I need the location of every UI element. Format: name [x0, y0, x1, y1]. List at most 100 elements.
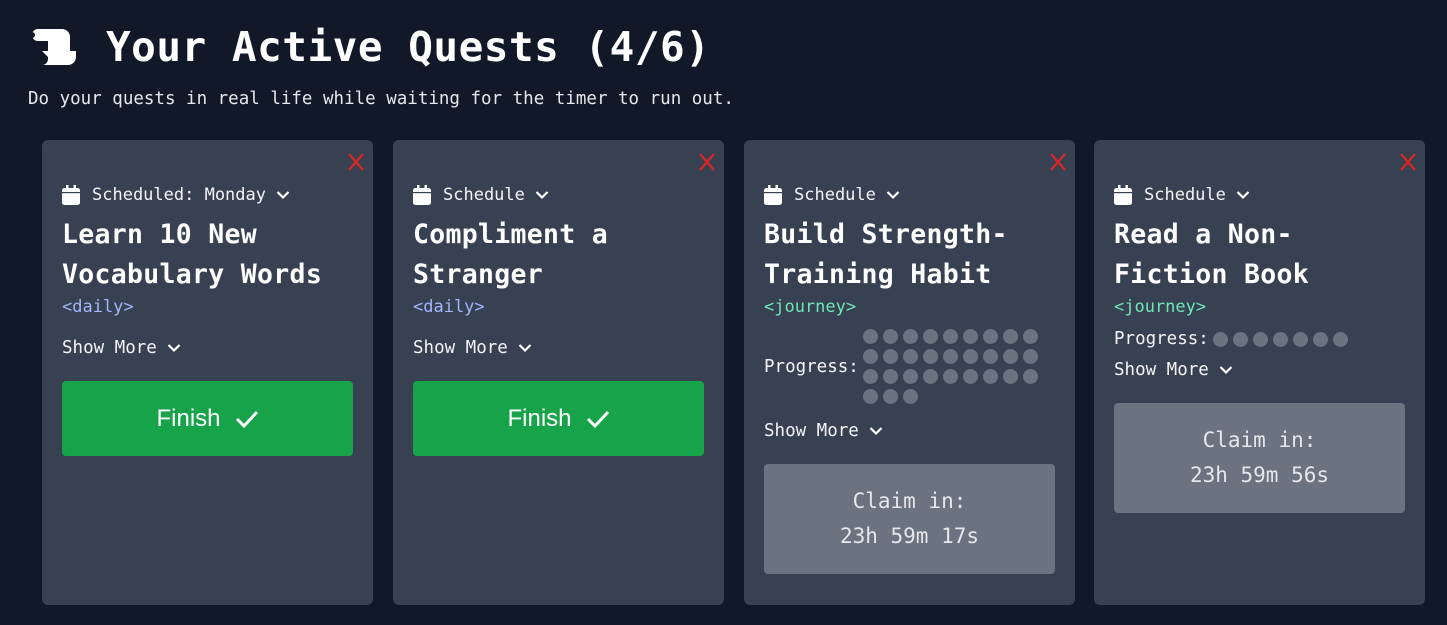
- calendar-icon: [764, 185, 782, 205]
- finish-label: Finish: [156, 404, 221, 432]
- chevron-down-icon: [886, 190, 900, 200]
- close-icon[interactable]: [698, 152, 716, 172]
- quest-title: Build Strength-Training Habit: [764, 219, 1008, 290]
- chevron-down-icon: [535, 190, 549, 200]
- progress-dot: [962, 369, 978, 384]
- calendar-icon: [1114, 185, 1132, 205]
- chevron-down-icon: [276, 190, 290, 200]
- claim-countdown: 23h 59m 56s: [1189, 463, 1330, 487]
- show-more-toggle[interactable]: Show More: [413, 329, 704, 367]
- quest-card: Schedule Build Strength-Training Habit <…: [744, 140, 1075, 605]
- chevron-down-icon: [167, 343, 181, 353]
- progress-dot: [922, 369, 938, 384]
- progress-label: Progress:: [764, 356, 859, 377]
- progress-dots: [1212, 331, 1388, 347]
- progress-dot: [922, 349, 938, 364]
- show-more-toggle[interactable]: Show More: [764, 412, 1055, 450]
- finish-label: Finish: [507, 404, 572, 432]
- quest-tag: <journey>: [1114, 297, 1207, 317]
- progress-row: Progress:: [764, 329, 1055, 404]
- chevron-down-icon: [518, 343, 532, 353]
- close-icon[interactable]: [347, 152, 365, 172]
- calendar-icon: [62, 185, 80, 205]
- progress-dot: [1002, 349, 1018, 364]
- check-icon: [586, 409, 610, 429]
- chevron-down-icon: [1236, 190, 1250, 200]
- progress-dot: [1312, 331, 1328, 347]
- show-more-toggle[interactable]: Show More: [1114, 351, 1405, 389]
- progress-dot: [942, 329, 958, 344]
- schedule-label: Schedule: [794, 185, 876, 205]
- progress-dot: [862, 349, 878, 364]
- calendar-icon: [413, 185, 431, 205]
- schedule-dropdown[interactable]: Scheduled: Monday: [62, 183, 353, 207]
- progress-dot: [922, 329, 938, 344]
- progress-dot: [982, 349, 998, 364]
- progress-dot: [1332, 331, 1348, 347]
- progress-dot: [882, 349, 898, 364]
- quest-card: Schedule Read a Non-Fiction Book <journe…: [1094, 140, 1425, 605]
- progress-dot: [902, 329, 918, 344]
- progress-dot: [1252, 331, 1268, 347]
- progress-dot: [1002, 369, 1018, 384]
- show-more-toggle[interactable]: Show More: [62, 329, 353, 367]
- quest-title: Compliment a Stranger: [413, 219, 609, 290]
- scroll-icon: [26, 26, 80, 68]
- show-more-label: Show More: [62, 338, 157, 358]
- close-icon[interactable]: [1399, 152, 1417, 172]
- schedule-label: Scheduled: Monday: [92, 185, 266, 205]
- schedule-dropdown[interactable]: Schedule: [764, 183, 1055, 207]
- progress-dot: [902, 349, 918, 364]
- close-icon[interactable]: [1049, 152, 1067, 172]
- show-more-label: Show More: [1114, 360, 1209, 380]
- chevron-down-icon: [869, 426, 883, 436]
- schedule-label: Schedule: [443, 185, 525, 205]
- page-title: Your Active Quests (4/6): [106, 23, 711, 71]
- page-subtitle: Do your quests in real life while waitin…: [28, 89, 734, 109]
- progress-dot: [942, 349, 958, 364]
- progress-dot: [1232, 331, 1248, 347]
- progress-dot: [882, 329, 898, 344]
- quest-card: Scheduled: Monday Learn 10 New Vocabular…: [42, 140, 373, 605]
- show-more-label: Show More: [413, 338, 508, 358]
- finish-button[interactable]: Finish: [413, 381, 704, 456]
- progress-dot: [862, 389, 878, 404]
- quest-tag: <journey>: [764, 297, 857, 317]
- progress-dot: [962, 329, 978, 344]
- progress-dot: [982, 369, 998, 384]
- progress-label: Progress:: [1114, 329, 1209, 349]
- claim-label: Claim in:: [852, 489, 967, 513]
- claim-timer: Claim in: 23h 59m 56s: [1114, 403, 1405, 513]
- show-more-label: Show More: [764, 421, 859, 441]
- progress-dot: [1022, 369, 1038, 384]
- quest-card: Schedule Compliment a Stranger <daily> S…: [393, 140, 724, 605]
- quest-tag: <daily>: [413, 297, 485, 317]
- quest-tag: <daily>: [62, 297, 134, 317]
- schedule-label: Schedule: [1144, 185, 1226, 205]
- progress-dot: [1022, 329, 1038, 344]
- progress-dot: [862, 369, 878, 384]
- page-header: Your Active Quests (4/6) Do your quests …: [26, 18, 1426, 109]
- progress-dots: [862, 329, 1038, 404]
- claim-label: Claim in:: [1202, 428, 1317, 452]
- progress-dot: [1212, 331, 1228, 347]
- chevron-down-icon: [1219, 365, 1233, 375]
- progress-dot: [942, 369, 958, 384]
- schedule-dropdown[interactable]: Schedule: [1114, 183, 1405, 207]
- progress-dot: [882, 389, 898, 404]
- progress-dot: [982, 329, 998, 344]
- finish-button[interactable]: Finish: [62, 381, 353, 456]
- check-icon: [235, 409, 259, 429]
- quest-title: Read a Non-Fiction Book: [1114, 219, 1310, 290]
- progress-dot: [902, 369, 918, 384]
- progress-dot: [882, 369, 898, 384]
- progress-dot: [962, 349, 978, 364]
- schedule-dropdown[interactable]: Schedule: [413, 183, 704, 207]
- claim-countdown: 23h 59m 17s: [839, 524, 980, 548]
- progress-dot: [1292, 331, 1308, 347]
- progress-row: Progress:: [1114, 329, 1405, 349]
- progress-dot: [1022, 349, 1038, 364]
- quest-title: Learn 10 New Vocabulary Words: [62, 219, 323, 290]
- progress-dot: [902, 389, 918, 404]
- progress-dot: [1002, 329, 1018, 344]
